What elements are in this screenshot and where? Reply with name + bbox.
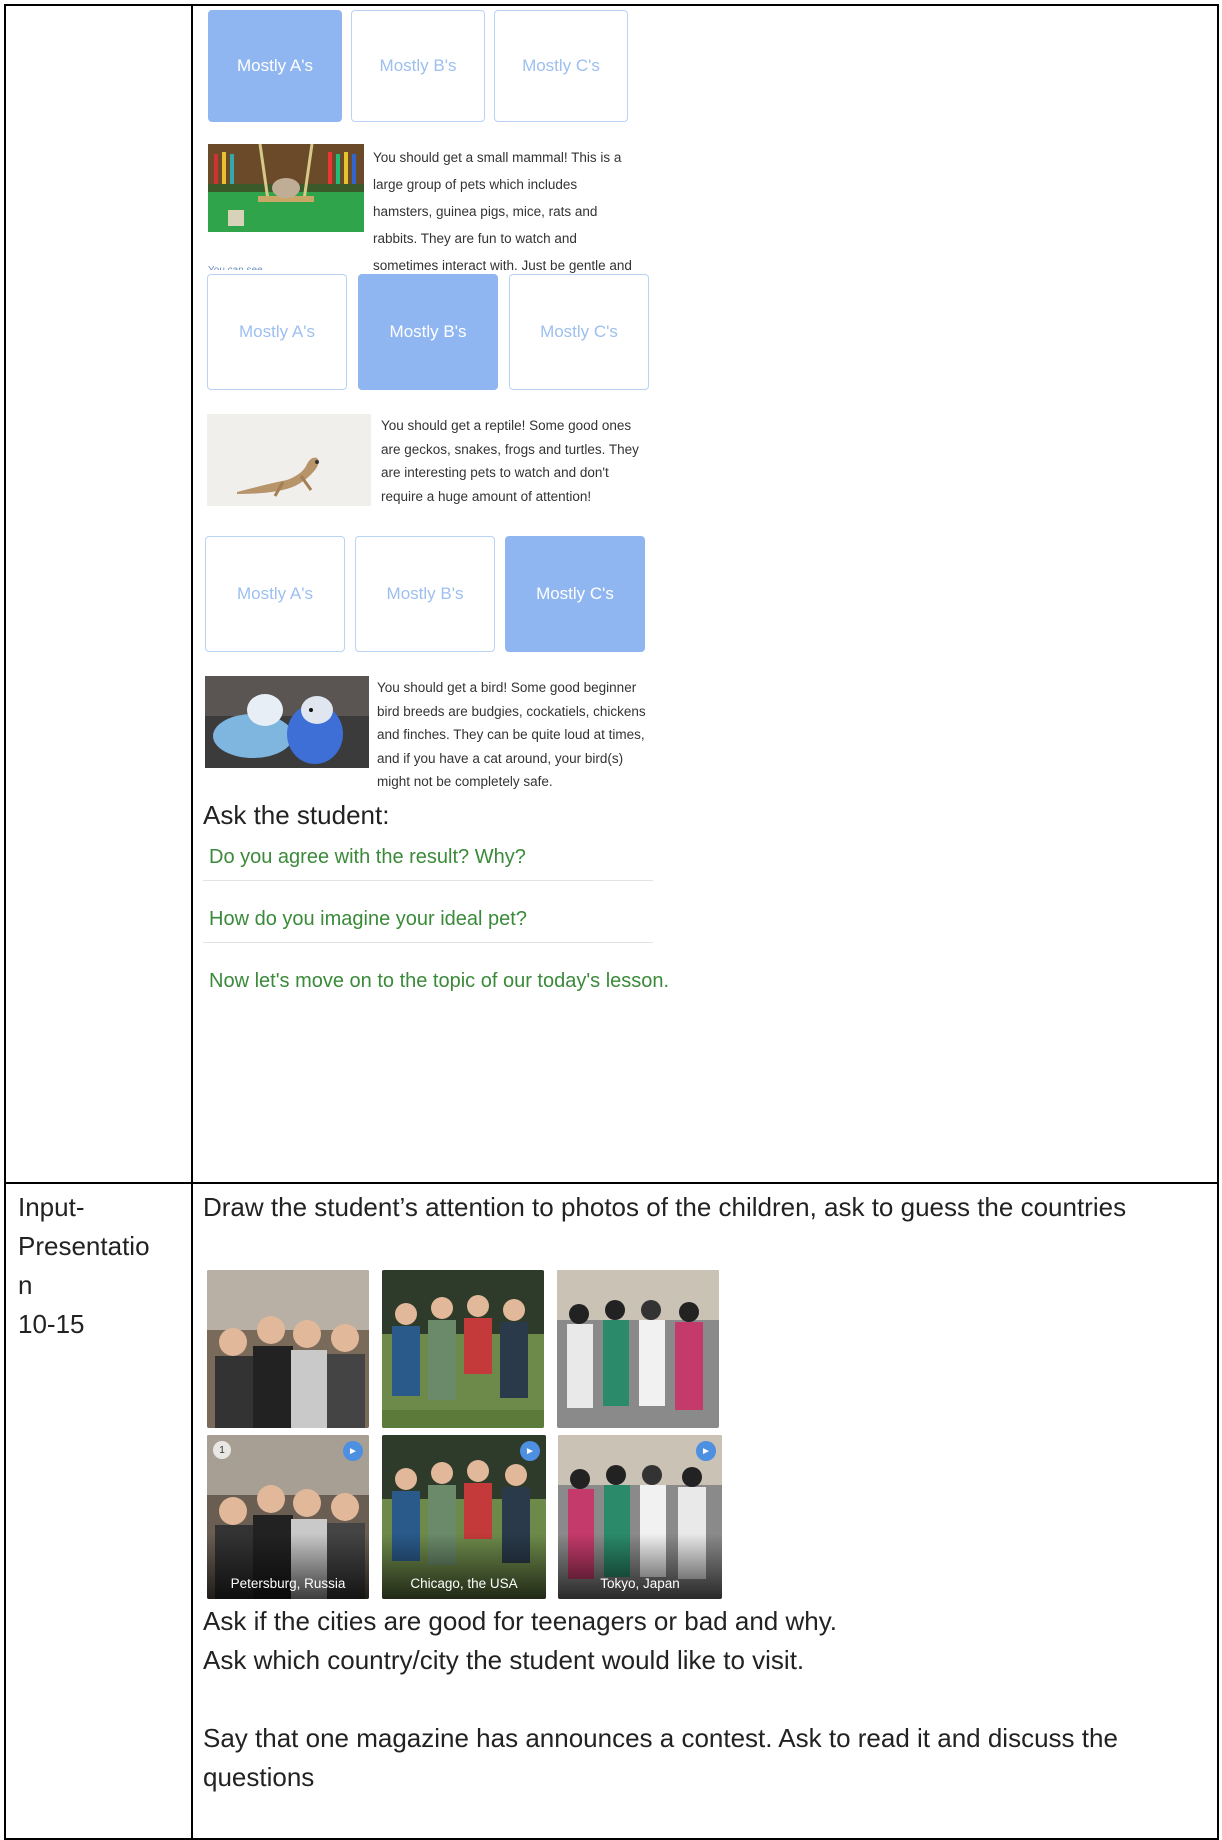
presentation-intro: Draw the student’s attention to photos o…	[203, 1192, 1127, 1222]
divider	[203, 880, 653, 881]
option-mostly-c[interactable]: Mostly C's	[494, 10, 628, 122]
ask-student-heading: Ask the student:	[203, 800, 390, 830]
number-badge: 1	[213, 1441, 231, 1459]
city-card-chicago[interactable]: ► Chicago, the USA	[382, 1435, 546, 1599]
stage-line: Presentatio	[18, 1231, 150, 1261]
audio-icon[interactable]: ►	[343, 1441, 363, 1461]
option-mostly-b[interactable]: Mostly B's	[355, 536, 495, 652]
option-mostly-b[interactable]: Mostly B's	[351, 10, 485, 122]
group-photo-japan	[557, 1270, 719, 1428]
city-caption: Tokyo, Japan	[600, 1576, 680, 1591]
hamster-photo	[208, 144, 364, 232]
audio-icon[interactable]: ►	[696, 1441, 716, 1461]
city-caption: Chicago, the USA	[410, 1576, 518, 1591]
instruction-visit: Ask which country/city the student would…	[203, 1645, 805, 1675]
content-cell-quiz: Mostly A's Mostly B's Mostly C's You sho…	[191, 4, 1219, 1184]
divider	[203, 942, 653, 943]
question-ideal-pet: How do you imagine your ideal pet?	[209, 908, 527, 930]
stage-cell-empty	[4, 4, 193, 1184]
city-card-petersburg[interactable]: 1 ► Petersburg, Russia	[207, 1435, 369, 1599]
group-photo-russia	[207, 1270, 369, 1428]
option-mostly-a[interactable]: Mostly A's	[208, 10, 342, 122]
option-mostly-b[interactable]: Mostly B's	[358, 274, 498, 390]
lesson-plan-table: Mostly A's Mostly B's Mostly C's You sho…	[4, 4, 1219, 1840]
stage-line: Input-	[18, 1192, 85, 1222]
city-caption: Petersburg, Russia	[230, 1576, 346, 1591]
question-agree: Do you agree with the result? Why?	[209, 846, 526, 868]
stage-line: n	[18, 1270, 33, 1300]
budgies-photo	[205, 676, 369, 768]
audio-icon[interactable]: ►	[520, 1441, 540, 1461]
stage-time: 10-15	[18, 1309, 85, 1339]
instruction-contest: Say that one magazine has announces a co…	[203, 1723, 1118, 1792]
option-mostly-a[interactable]: Mostly A's	[205, 536, 345, 652]
option-mostly-c[interactable]: Mostly C's	[509, 274, 649, 390]
option-mostly-a[interactable]: Mostly A's	[207, 274, 347, 390]
option-mostly-c[interactable]: Mostly C's	[505, 536, 645, 652]
stage-label: Input- Presentatio n 10-15	[18, 1188, 150, 1344]
cut-off-text: You can see...	[208, 264, 271, 270]
gecko-photo	[207, 414, 371, 506]
group-photo-usa	[382, 1270, 544, 1428]
city-card-tokyo[interactable]: ► Tokyo, Japan	[558, 1435, 722, 1599]
content-cell-presentation: Draw the student’s attention to photos o…	[191, 1182, 1219, 1840]
question-move-on: Now let's move on to the topic of our to…	[209, 970, 670, 992]
stage-cell: Input- Presentatio n 10-15	[4, 1182, 193, 1840]
instruction-cities: Ask if the cities are good for teenagers…	[203, 1606, 837, 1636]
result-reptile: You should get a reptile! Some good ones…	[381, 418, 639, 504]
result-bird: You should get a bird! Some good beginne…	[377, 680, 646, 789]
